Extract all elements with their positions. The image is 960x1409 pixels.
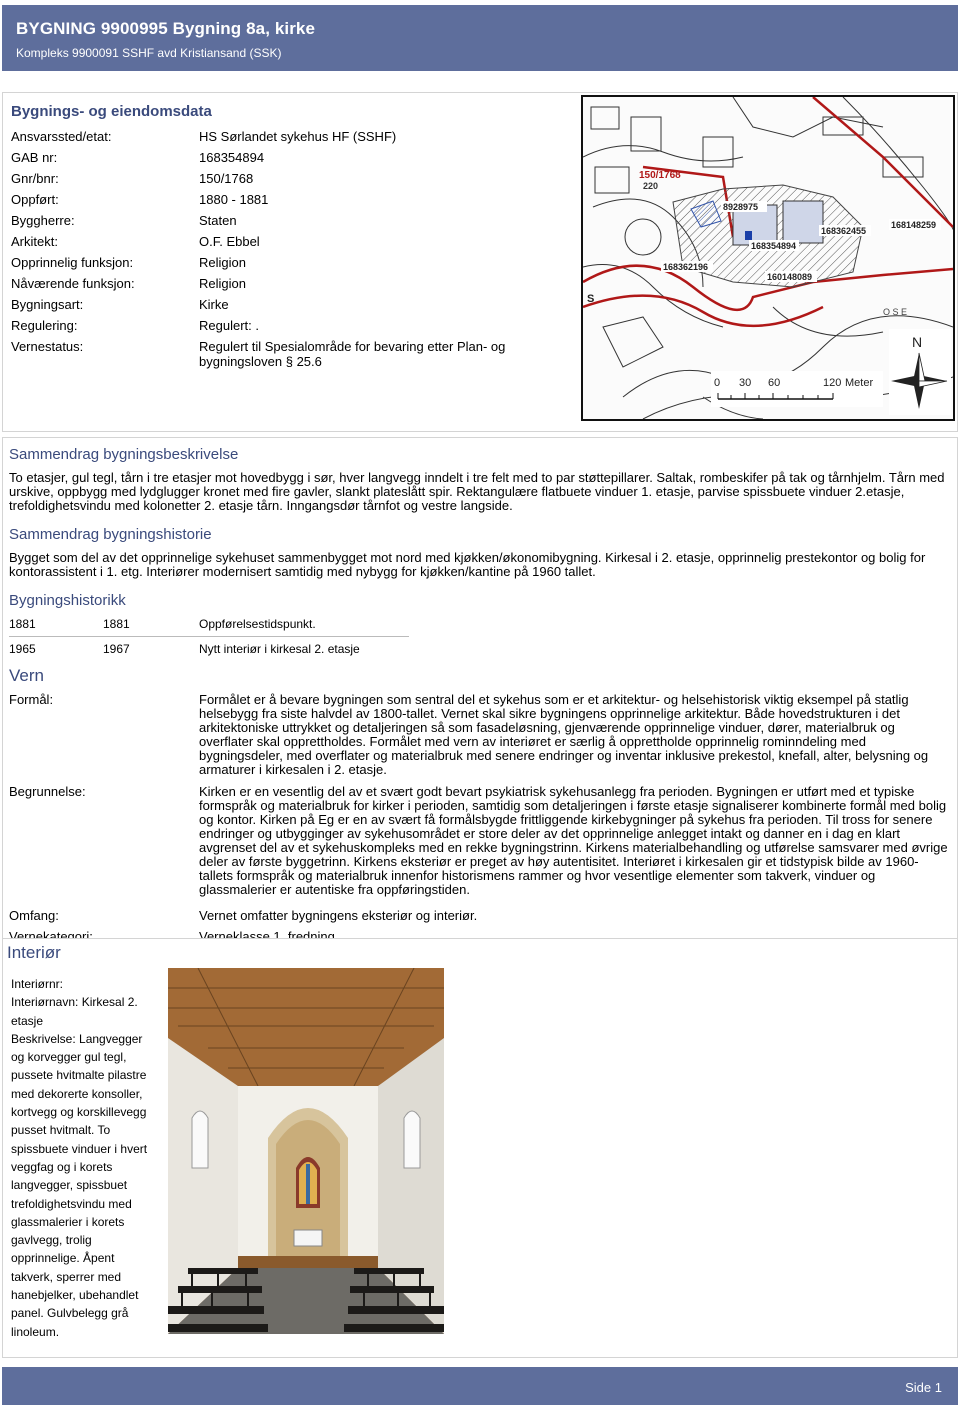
scale-tick-label: 0 [714,377,720,389]
church-interior-photo [168,968,444,1334]
history-to-year: 1881 [103,617,130,631]
table-row: 1881 1881 Oppførelsestidspunkt. [9,617,949,631]
page-number: Side 1 [905,1380,942,1395]
property-label: Arkitekt: [11,234,58,249]
property-label: Bygningsart: [11,297,84,312]
summary-content: Sammendrag bygningsbeskrivelse To etasje… [9,446,949,944]
property-value: Religion [199,255,246,270]
complex-subtitle: Kompleks 9900091 SSHF avd Kristiansand (… [16,46,282,60]
history-event: Nytt interiør i kirkesal 2. etasje [199,642,360,656]
property-value: 1880 - 1881 [199,192,269,207]
map-parcel-sublabel: 220 [643,181,658,191]
map-letter-label: S [587,293,594,305]
vern-purpose-label: Formål: [9,692,54,707]
property-label: Oppført: [11,192,59,207]
property-row: Byggherre: Staten [11,210,571,231]
property-row: Arkitekt: O.F. Ebbel [11,231,571,252]
vern-scope-row: Omfang: Vernet omfatter bygningens ekste… [9,909,949,923]
vern-purpose-row: Formål: Formålet er å bevare bygningen s… [9,693,949,777]
property-label: Vernestatus: [11,339,84,354]
property-value: 168354894 [199,150,265,165]
scale-tick-label: 120 [823,377,841,389]
description-text: To etasjer, gul tegl, tårn i tre etasjer… [9,470,945,513]
property-row: Gnr/bnr: 150/1768 [11,168,571,189]
vern-title: Vern [9,666,44,685]
vern-scope-label: Omfang: [9,908,59,923]
building-history-title: Bygningshistorikk [9,592,126,609]
property-label: Opprinnelig funksjon: [11,255,134,270]
scale-tick-label: 60 [768,377,780,389]
property-section-title: Bygnings- og eiendomsdata [11,103,212,120]
property-row: Nåværende funksjon: Religion [11,273,571,294]
vern-reason-row: Begrunnelse: Kirken er en vesentlig del … [9,785,949,897]
vern-reason-label: Begrunnelse: [9,784,86,799]
property-row: Ansvarssted/etat: HS Sørlandet sykehus HF… [11,126,571,147]
map-road-label: O S E [883,307,907,317]
property-row: GAB nr: 168354894 [11,147,571,168]
property-label: Regulering: [11,318,78,333]
property-label: Byggherre: [11,213,75,228]
property-row: Oppført: 1880 - 1881 [11,189,571,210]
summary-box: Sammendrag bygningsbeskrivelse To etasje… [2,437,958,957]
map-gab-label: 168362455 [821,226,866,236]
scale-unit-label: Meter [845,377,873,389]
map-gab-label: 168362196 [663,262,708,272]
building-title: BYGNING 9900995 Bygning 8a, kirke [16,19,316,38]
property-value: O.F. Ebbel [199,234,260,249]
property-row: Opprinnelig funksjon: Religion [11,252,571,273]
map-parcel-label: 150/1768 [639,170,681,181]
site-map-drawing: 150/1768 220 8928975 168354894 168362196… [583,97,953,419]
scale-tick-label: 30 [739,377,751,389]
history-to-year: 1967 [103,642,130,656]
table-row: 1965 1967 Nytt interiør i kirkesal 2. et… [9,642,949,656]
description-section-title: Sammendrag bygningsbeskrivelse [9,446,239,463]
vern-scope-text: Vernet omfatter bygningens eksteriør og … [199,908,478,923]
page-header: BYGNING 9900995 Bygning 8a, kirke Komple… [2,5,958,71]
map-gab-label: 168354894 [751,241,796,251]
property-row: Bygningsart: Kirke [11,294,571,315]
interior-box: Interiør Interiørnr: Interiørnavn: Kirke… [2,938,958,1358]
property-label: Ansvarssted/etat: [11,129,112,144]
interior-title: Interiør [7,943,61,962]
history-summary-title: Sammendrag bygningshistorie [9,526,212,543]
property-value: Staten [199,213,237,228]
page-footer: Side 1 [2,1367,958,1405]
map-gab-label: 8928975 [723,202,758,212]
property-value: 150/1768 [199,171,254,186]
history-table: 1881 1881 Oppførelsestidspunkt. 1965 196… [9,617,949,656]
property-value: Religion [199,276,246,291]
row-divider [9,636,409,637]
history-from-year: 1881 [9,617,36,631]
property-row: Regulering: Regulert: . [11,315,571,336]
north-arrow-icon: N [889,329,951,415]
property-row: Vernestatus: Regulert til Spesialområde f… [11,336,571,369]
property-value: HS Sørlandet sykehus HF (SSHF) [199,129,397,144]
vern-reason-text: Kirken er en vesentlig del av et svært g… [199,784,948,897]
property-label: Gnr/bnr: [11,171,59,186]
property-value: Kirke [199,297,229,312]
history-from-year: 1965 [9,642,36,656]
property-box: Bygnings- og eiendomsdata Ansvarssted/et… [2,92,958,432]
map-scale-bar: 0 30 60 120 Meter [711,371,883,407]
property-value: Regulert: . [199,318,259,333]
property-value: Regulert til Spesialområde for bevaring … [199,339,506,369]
property-list: Bygnings- og eiendomsdata Ansvarssted/et… [11,103,571,369]
property-label: Nåværende funksjon: [11,276,135,291]
history-summary-text: Bygget som del av det opprinnelige sykeh… [9,550,926,579]
property-label: GAB nr: [11,150,58,165]
interior-description: Interiørnr: Interiørnavn: Kirkesal 2. et… [11,977,148,1339]
site-map: 150/1768 220 8928975 168354894 168362196… [581,95,955,421]
north-label: N [912,334,922,350]
history-event: Oppførelsestidspunkt. [199,617,316,631]
map-gab-label: 168148259 [891,220,936,230]
vern-purpose-text: Formålet er å bevare bygningen som sentr… [199,692,929,777]
map-gab-label: 160148089 [767,272,812,282]
